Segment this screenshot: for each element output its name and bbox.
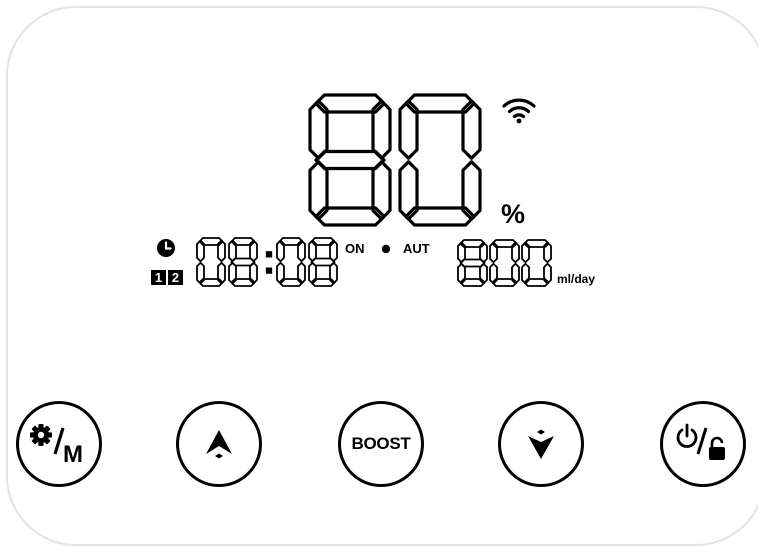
boost-button[interactable]: BOOST [338, 401, 424, 487]
humidity-unit: % [501, 199, 526, 229]
digit-8 [308, 237, 338, 287]
colon-dot [265, 251, 273, 258]
segment-c [461, 160, 482, 221]
lock-icon [709, 436, 725, 460]
timer-on-label: ON [345, 241, 365, 256]
digit-0 [276, 237, 306, 287]
power-lock-button[interactable] [660, 401, 746, 487]
segment-b [461, 99, 482, 160]
digit-0 [521, 239, 552, 287]
segment-f [398, 99, 419, 160]
segment-b [371, 99, 392, 160]
mode-label: AUT [403, 241, 430, 256]
digit-8 [457, 239, 488, 287]
segment-f [308, 99, 329, 160]
clock-icon [157, 239, 175, 257]
segment-g [310, 257, 336, 267]
flow-value [457, 239, 552, 287]
digit-8 [308, 93, 392, 227]
digit-0 [196, 237, 226, 287]
wifi-icon [502, 98, 536, 124]
segment-e [398, 160, 419, 221]
timer-slot-1: 1 [151, 270, 166, 285]
down-button[interactable] [498, 401, 584, 487]
segment-g [230, 257, 256, 267]
power-icon [676, 423, 725, 460]
timer-slot-2: 2 [168, 270, 183, 285]
timer-slots: 12 [151, 270, 185, 288]
digit-8 [228, 237, 258, 287]
boost-label: BOOST [351, 434, 411, 453]
arrow-down-icon [528, 429, 554, 459]
flow-unit: ml/day [557, 272, 596, 286]
humidity-value [308, 93, 482, 227]
digit-0 [398, 93, 482, 227]
mode-indicator-dot [381, 244, 391, 254]
digit-0 [489, 239, 520, 287]
segment-g [314, 149, 386, 171]
up-button[interactable] [176, 401, 262, 487]
settings-mode-button[interactable]: M [16, 401, 102, 487]
segment-e [308, 160, 329, 221]
gear-icon: M [30, 424, 83, 466]
time-value [196, 237, 338, 287]
arrow-up-icon [206, 430, 232, 459]
colon-dot [265, 267, 273, 274]
segment-c [371, 160, 392, 221]
segment-g [459, 258, 486, 268]
mode-m-label: M [63, 441, 83, 466]
